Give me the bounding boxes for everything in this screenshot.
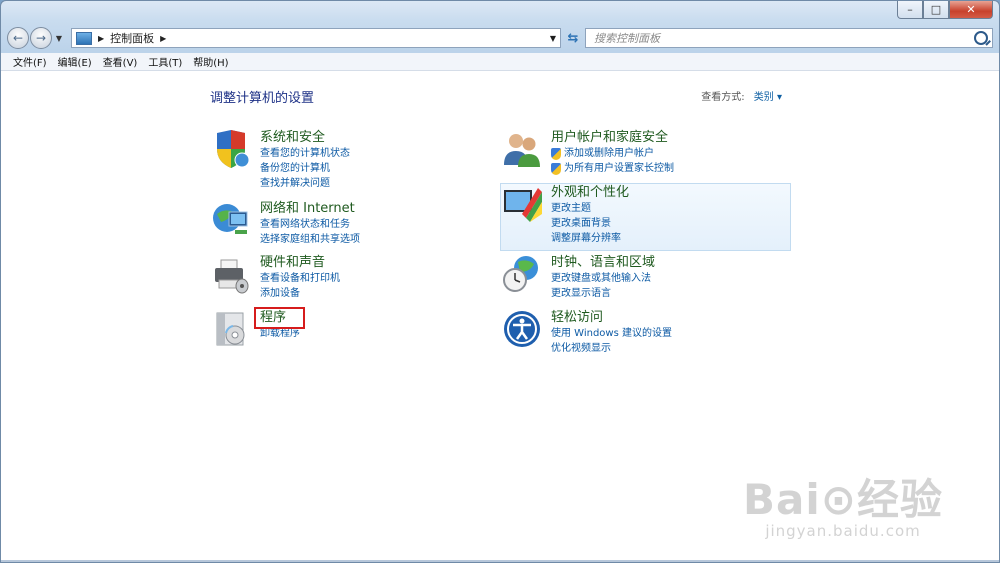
caption-buttons: – □ ✕ [897, 1, 993, 19]
link-troubleshoot[interactable]: 查找并解决问题 [260, 176, 350, 191]
link-devices-printers[interactable]: 查看设备和打印机 [260, 271, 340, 286]
uac-shield-icon [551, 147, 561, 160]
category-title[interactable]: 网络和 Internet [260, 200, 360, 217]
programs-icon [216, 312, 245, 346]
window-bottom-border [1, 560, 999, 562]
link-backup[interactable]: 备份您的计算机 [260, 161, 350, 176]
control-panel-window: – □ ✕ ← → ▼ ▶ 控制面板 ▶ ▼ ⇆ 文件(F) 编辑(E) 查看(… [0, 0, 1000, 563]
search-input[interactable] [592, 30, 956, 46]
category-title[interactable]: 时钟、语言和区域 [551, 254, 655, 271]
link-change-background[interactable]: 更改桌面背景 [551, 216, 629, 231]
view-by: 查看方式: 类别 ▾ [701, 88, 782, 103]
refresh-icon: ⇆ [567, 30, 579, 46]
breadcrumb-control-panel[interactable]: 控制面板 [110, 30, 154, 46]
shield-icon [217, 130, 250, 168]
ease-of-access-icon [504, 311, 540, 347]
link-label[interactable]: 为所有用户设置家长控制 [564, 161, 674, 176]
forward-arrow-icon: → [35, 31, 47, 45]
link-recommended-settings[interactable]: 使用 Windows 建议的设置 [551, 326, 672, 341]
back-arrow-icon: ← [12, 31, 24, 45]
search-box[interactable] [585, 28, 993, 48]
navigation-bar: ← → ▼ ▶ 控制面板 ▶ ▼ ⇆ [7, 25, 993, 51]
link-homegroup[interactable]: 选择家庭组和共享选项 [260, 232, 360, 247]
category-title[interactable]: 外观和个性化 [551, 184, 629, 201]
link-change-display-language[interactable]: 更改显示语言 [551, 286, 655, 301]
menu-bar: 文件(F) 编辑(E) 查看(V) 工具(T) 帮助(H) [1, 53, 999, 71]
link-network-status[interactable]: 查看网络状态和任务 [260, 217, 360, 232]
forward-button[interactable]: → [30, 27, 52, 49]
menu-tools[interactable]: 工具(T) [148, 54, 182, 69]
category-title[interactable]: 用户帐户和家庭安全 [551, 129, 674, 146]
network-icon [213, 204, 248, 234]
printer-icon [215, 259, 249, 294]
category-title[interactable]: 轻松访问 [551, 309, 672, 326]
uac-shield-icon [551, 162, 561, 175]
appearance-icon [504, 188, 542, 222]
address-bar[interactable]: ▶ 控制面板 ▶ ▼ [71, 28, 561, 48]
link-screen-resolution[interactable]: 调整屏幕分辨率 [551, 231, 629, 246]
link-add-device[interactable]: 添加设备 [260, 286, 340, 301]
content-area: 调整计算机的设置 查看方式: 类别 ▾ 系统和安全 查看您的计算机状态 备份您的… [1, 71, 999, 562]
breadcrumb-chevron[interactable]: ▶ [160, 34, 166, 43]
close-button[interactable]: ✕ [949, 1, 993, 19]
view-by-label: 查看方式: [701, 92, 745, 103]
minimize-button[interactable]: – [897, 1, 923, 19]
baidu-jingyan-watermark: Bai⊙经验 jingyan.baidu.com [743, 475, 943, 541]
menu-edit[interactable]: 编辑(E) [58, 54, 92, 69]
link-change-theme[interactable]: 更改主题 [551, 201, 629, 216]
link-optimize-display[interactable]: 优化视频显示 [551, 341, 672, 356]
control-panel-icon [76, 31, 92, 45]
recent-pages-dropdown[interactable]: ▼ [53, 34, 65, 43]
users-icon [504, 134, 540, 167]
link-view-status[interactable]: 查看您的计算机状态 [260, 146, 350, 161]
link-parental-controls[interactable]: 为所有用户设置家长控制 [551, 161, 674, 176]
red-highlight-box [254, 307, 305, 329]
watermark-url: jingyan.baidu.com [765, 522, 921, 540]
watermark-logo: Bai⊙经验 [743, 475, 943, 524]
address-dropdown-icon[interactable]: ▼ [550, 34, 556, 43]
maximize-button[interactable]: □ [923, 1, 949, 19]
refresh-button[interactable]: ⇆ [563, 28, 583, 48]
search-icon[interactable] [974, 31, 988, 45]
page-title: 调整计算机的设置 [210, 91, 315, 106]
link-label[interactable]: 添加或删除用户帐户 [564, 146, 654, 161]
category-title[interactable]: 硬件和声音 [260, 254, 340, 271]
back-button[interactable]: ← [7, 27, 29, 49]
link-add-remove-accounts[interactable]: 添加或删除用户帐户 [551, 146, 674, 161]
hover-highlight [500, 183, 791, 251]
menu-view[interactable]: 查看(V) [103, 54, 138, 69]
menu-file[interactable]: 文件(F) [13, 54, 47, 69]
link-change-input-methods[interactable]: 更改键盘或其他输入法 [551, 271, 655, 286]
clock-globe-icon [503, 256, 538, 292]
view-by-dropdown[interactable]: 类别 ▾ [754, 92, 782, 103]
breadcrumb-separator[interactable]: ▶ [98, 34, 104, 43]
category-title[interactable]: 系统和安全 [260, 129, 350, 146]
menu-help[interactable]: 帮助(H) [193, 54, 228, 69]
